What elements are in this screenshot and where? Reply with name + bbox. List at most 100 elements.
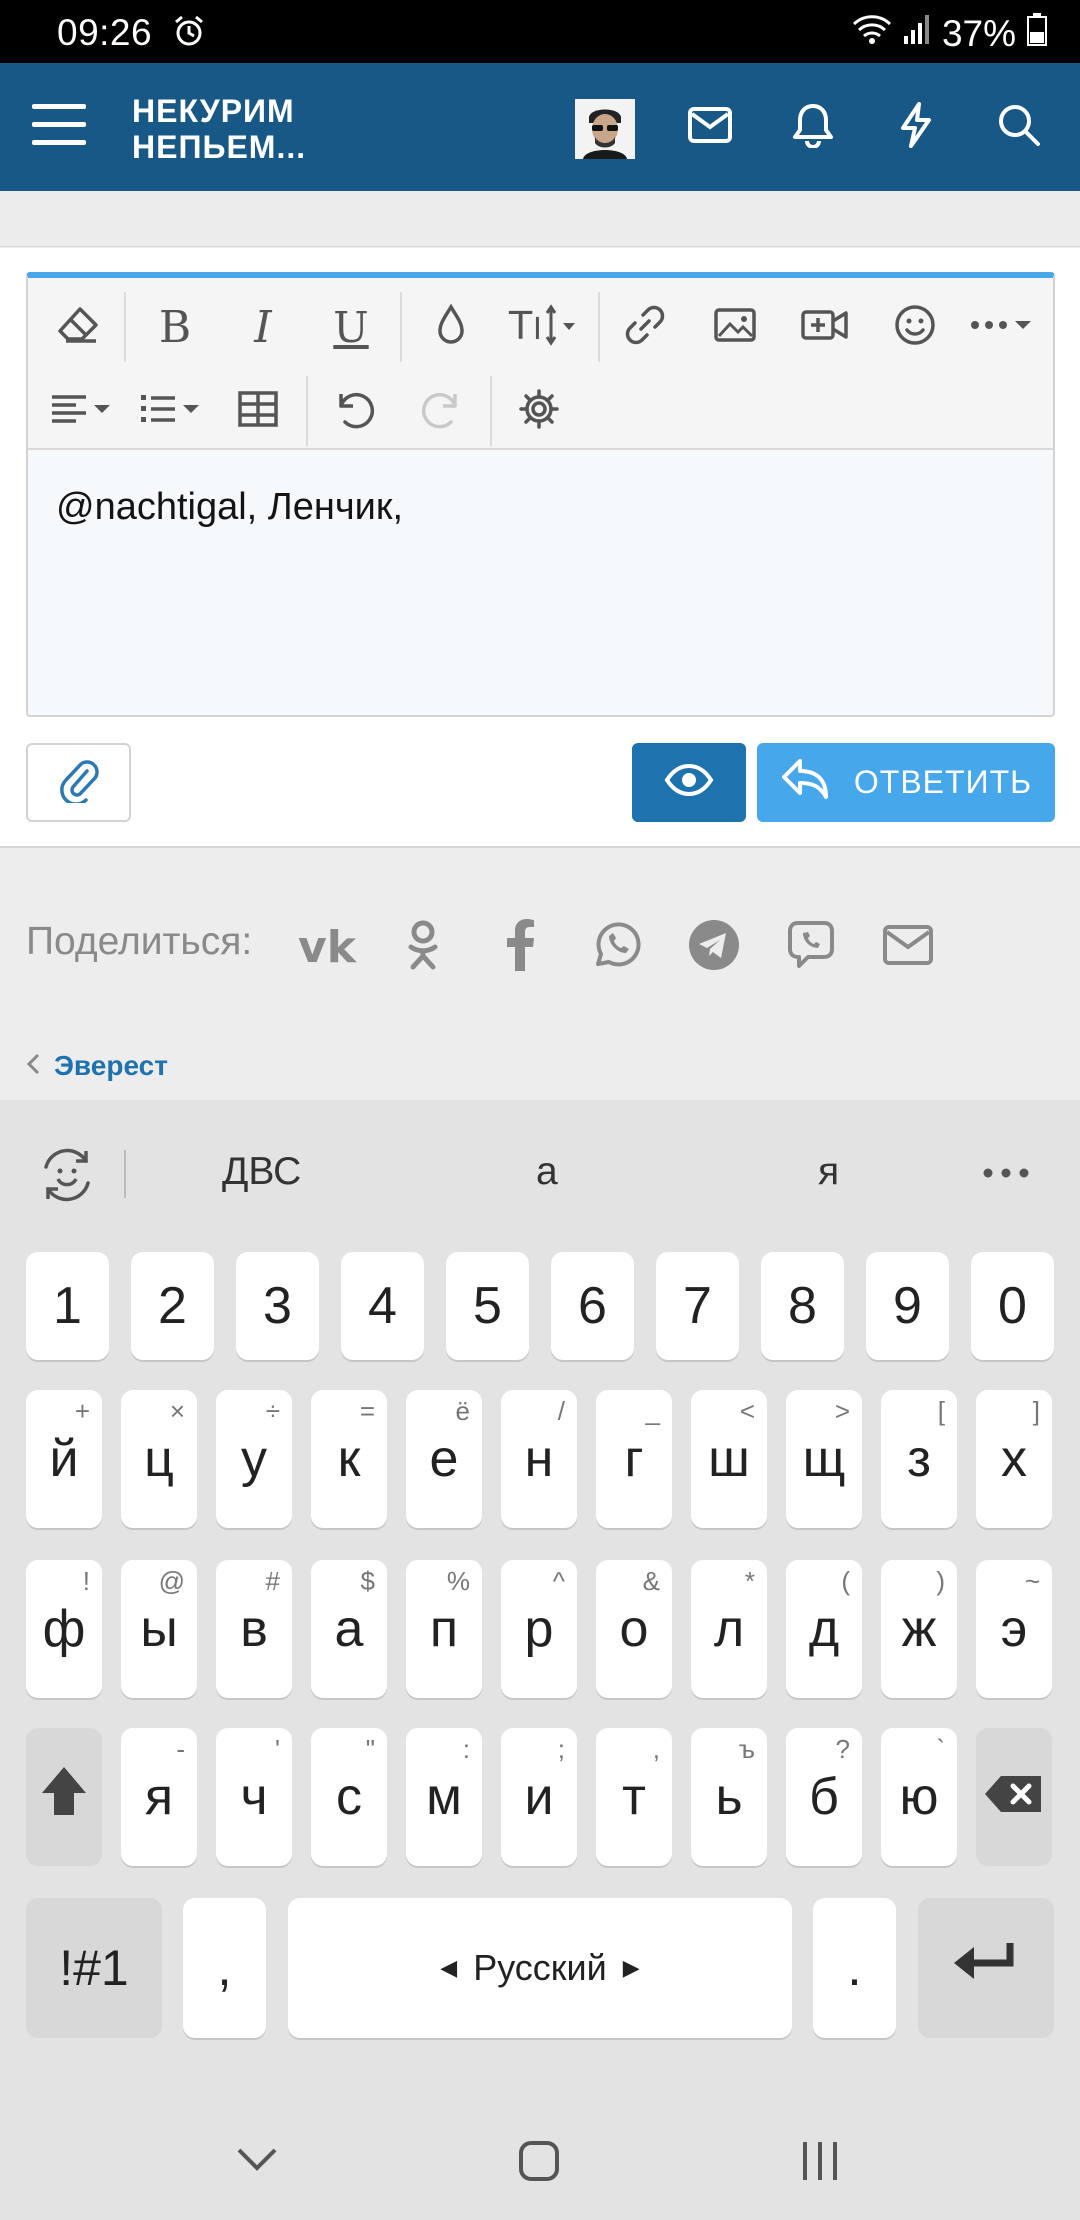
app-header: НЕКУРИМ НЕПЬЕМ... <box>0 63 1080 191</box>
key-row2-10[interactable]: э ~ <box>976 1560 1052 1698</box>
key-row1-5[interactable]: н / <box>501 1390 577 1528</box>
suggestions-more-button[interactable] <box>982 1166 1030 1184</box>
key-7[interactable]: 7 <box>656 1252 739 1360</box>
key-row1-4[interactable]: её <box>406 1390 482 1528</box>
key-row1-2-label: у <box>241 1430 267 1488</box>
underline-button[interactable]: U <box>316 292 386 362</box>
key-row2-3[interactable]: а $ <box>311 1560 387 1698</box>
recent-apps-button[interactable] <box>800 2140 840 2187</box>
hide-keyboard-button[interactable] <box>236 2146 278 2177</box>
suggestion-2[interactable]: а <box>536 1150 558 1194</box>
redo-button[interactable] <box>408 376 478 446</box>
shift-key[interactable] <box>26 1728 102 1866</box>
toolbar-divider <box>306 376 308 446</box>
key-row2-5-secondary: ^ <box>552 1566 565 1596</box>
key-9[interactable]: 9 <box>866 1252 949 1360</box>
list-button[interactable] <box>132 376 212 446</box>
key-row1-7[interactable]: ш < <box>691 1390 767 1528</box>
key-row3-0[interactable]: я- <box>121 1728 197 1866</box>
home-button[interactable] <box>518 2140 560 2187</box>
key-row1-8[interactable]: щ > <box>786 1390 862 1528</box>
key-row2-0[interactable]: ф! <box>26 1560 102 1698</box>
attach-files-button[interactable] <box>26 743 131 822</box>
undo-button[interactable] <box>318 376 388 446</box>
key-row1-0[interactable]: й + <box>26 1390 102 1528</box>
key-8[interactable]: 8 <box>761 1252 844 1360</box>
emoji-switch-button[interactable] <box>36 1145 98 1210</box>
italic-button[interactable]: I <box>228 292 298 362</box>
reply-button[interactable]: ОТВЕТИТЬ <box>757 743 1055 822</box>
whats-new-button[interactable] <box>878 89 954 165</box>
share-vk-button[interactable]: vk <box>297 917 357 977</box>
suggestion-1[interactable]: ДВС <box>222 1150 301 1194</box>
search-button[interactable] <box>981 89 1057 165</box>
preview-button[interactable] <box>632 743 746 822</box>
backspace-key[interactable] <box>976 1728 1052 1866</box>
bold-button[interactable]: B <box>140 292 210 362</box>
editor-content[interactable]: @nachtigal, Ленчик, <box>56 486 403 529</box>
key-row1-10[interactable]: х] <box>976 1390 1052 1528</box>
breadcrumb[interactable]: Эверест <box>26 1050 168 1082</box>
share-whatsapp-button[interactable] <box>587 917 647 977</box>
font-size-button[interactable]: TI <box>500 292 590 362</box>
site-logo[interactable]: НЕКУРИМ НЕПЬЕМ... <box>132 93 306 165</box>
text-color-button[interactable] <box>416 292 486 362</box>
key-row3-1[interactable]: ч ' <box>216 1728 292 1866</box>
key-row1-2[interactable]: у ÷ <box>216 1390 292 1528</box>
key-3[interactable]: 3 <box>236 1252 319 1360</box>
key-row3-6[interactable]: ьъ <box>691 1728 767 1866</box>
key-row1-9[interactable]: з[ <box>881 1390 957 1528</box>
key-row2-5[interactable]: р ^ <box>501 1560 577 1698</box>
key-4[interactable]: 4 <box>341 1252 424 1360</box>
key-1[interactable]: 1 <box>26 1252 109 1360</box>
editor-settings-button[interactable] <box>504 376 574 446</box>
enter-key[interactable] <box>918 1898 1054 2038</box>
key-row3-7[interactable]: б? <box>786 1728 862 1866</box>
key-row3-2[interactable]: с " <box>311 1728 387 1866</box>
insert-media-button[interactable] <box>790 292 860 362</box>
more-options-button[interactable] <box>962 292 1046 362</box>
insert-image-button[interactable] <box>700 292 770 362</box>
key-row2-1[interactable]: ы @ <box>121 1560 197 1698</box>
key-row3-4[interactable]: и; <box>501 1728 577 1866</box>
space-key[interactable]: ◀ Русский ▶ <box>288 1898 792 2038</box>
key-row1-3[interactable]: к = <box>311 1390 387 1528</box>
key-row2-7[interactable]: л * <box>691 1560 767 1698</box>
period-key[interactable]: . <box>813 1898 896 2038</box>
key-row2-2[interactable]: в # <box>216 1560 292 1698</box>
key-2[interactable]: 2 <box>131 1252 214 1360</box>
insert-smilie-button[interactable] <box>880 292 950 362</box>
key-5[interactable]: 5 <box>446 1252 529 1360</box>
square-home-icon <box>518 2141 560 2186</box>
key-row2-8-secondary: ( <box>841 1566 850 1596</box>
key-row1-6[interactable]: г _ <box>596 1390 672 1528</box>
inbox-button[interactable] <box>672 89 748 165</box>
key-row2-6[interactable]: о & <box>596 1560 672 1698</box>
key-6[interactable]: 6 <box>551 1252 634 1360</box>
insert-link-button[interactable] <box>610 292 680 362</box>
comma-key[interactable]: , <box>183 1898 266 2038</box>
share-viber-button[interactable] <box>781 917 841 977</box>
key-row1-1[interactable]: ц × <box>121 1390 197 1528</box>
share-email-button[interactable] <box>878 917 938 977</box>
clear-formatting-button[interactable] <box>43 292 113 362</box>
user-avatar[interactable] <box>575 99 635 159</box>
align-button[interactable] <box>43 376 123 446</box>
key-row2-8[interactable]: д( <box>786 1560 862 1698</box>
key-row3-3[interactable]: м: <box>406 1728 482 1866</box>
suggestion-3[interactable]: я <box>818 1150 839 1194</box>
menu-button[interactable] <box>21 89 97 165</box>
key-row2-9[interactable]: ж) <box>881 1560 957 1698</box>
share-facebook-button[interactable] <box>490 917 550 977</box>
svg-text:I: I <box>533 312 542 347</box>
key-0[interactable]: 0 <box>971 1252 1054 1360</box>
alerts-button[interactable] <box>775 89 851 165</box>
insert-table-button[interactable] <box>223 376 293 446</box>
key-row3-8[interactable]: ю ` <box>881 1728 957 1866</box>
key-row3-5[interactable]: т, <box>596 1728 672 1866</box>
share-telegram-button[interactable] <box>684 917 744 977</box>
key-row2-4[interactable]: п% <box>406 1560 482 1698</box>
share-odnoklassniki-button[interactable] <box>393 917 453 977</box>
symbols-key[interactable]: !#1 <box>26 1898 162 2038</box>
suggestion-divider <box>124 1150 126 1198</box>
